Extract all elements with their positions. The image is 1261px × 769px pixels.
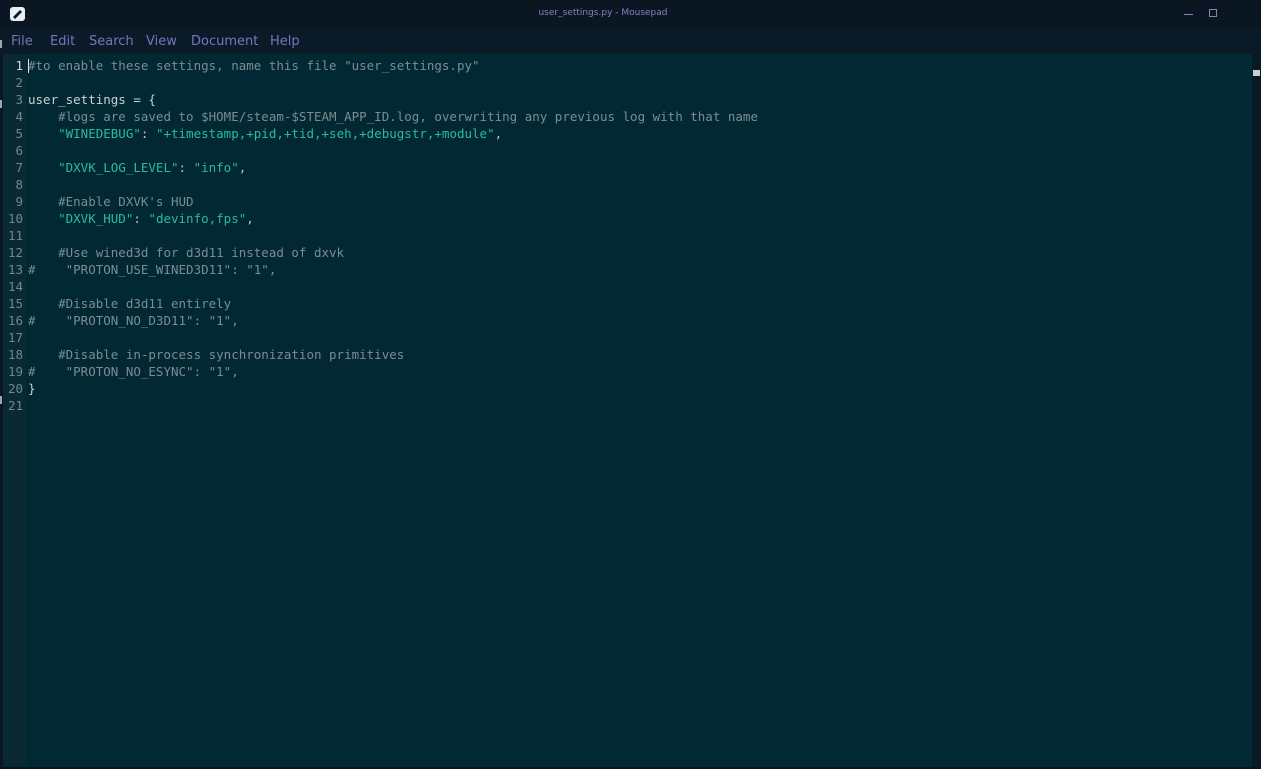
- code-token-comment: #to enable these settings, name this fil…: [28, 58, 480, 73]
- code-token-string: "info": [193, 160, 239, 175]
- line-number: 14: [7, 279, 23, 294]
- code-line[interactable]: "WINEDEBUG": "+timestamp,+pid,+tid,+seh,…: [28, 125, 502, 142]
- code-token-ident: user_settings = {: [28, 92, 156, 107]
- line-number: 20: [7, 381, 23, 396]
- code-line[interactable]: "DXVK_LOG_LEVEL": "info",: [28, 159, 246, 176]
- line-number: 16: [7, 313, 23, 328]
- line-number: 7: [15, 160, 23, 175]
- line-number: 9: [15, 194, 23, 209]
- line-number: 2: [15, 75, 23, 90]
- code-line[interactable]: # "PROTON_USE_WINED3D11": "1",: [28, 261, 276, 278]
- code-token-comment: #logs are saved to $HOME/steam-$STEAM_AP…: [28, 109, 758, 124]
- line-number: 13: [7, 262, 23, 277]
- code-line[interactable]: "DXVK_HUD": "devinfo,fps",: [28, 210, 254, 227]
- window-title: user_settings.py - Mousepad: [538, 8, 668, 18]
- code-token-comment: #Enable DXVK's HUD: [28, 194, 194, 209]
- code-token-comment: #Use wined3d for d3d11 instead of dxvk: [28, 245, 345, 260]
- line-number: 10: [7, 211, 23, 226]
- line-number: 4: [15, 109, 23, 124]
- menu-search[interactable]: Search: [89, 34, 134, 49]
- code-token-text: ,: [238, 160, 247, 175]
- code-line[interactable]: # "PROTON_NO_ESYNC": "1",: [28, 363, 239, 380]
- code-token-text: :: [178, 160, 194, 175]
- code-token-ident: }: [28, 381, 36, 396]
- mousepad-window: user_settings.py - Mousepad File Edit Se…: [0, 0, 1261, 769]
- line-number: 5: [15, 126, 23, 141]
- menu-view[interactable]: View: [146, 34, 177, 49]
- line-number: 19: [7, 364, 23, 379]
- line-number-gutter: 1 2 3 4 5 6 7 8 9 10 11 12 13 14 15 16 17 18 19 20 21: [3, 54, 26, 767]
- code-line[interactable]: #Disable d3d11 entirely: [28, 295, 231, 312]
- text-editor[interactable]: 1 2 3 4 5 6 7 8 9 10 11 12 13 14 15 16 17 18 19 20 21 #to en…: [3, 54, 1252, 767]
- code-token-string: "DXVK_LOG_LEVEL": [28, 160, 179, 175]
- menu-edit[interactable]: Edit: [50, 34, 75, 49]
- line-number: 12: [7, 245, 23, 260]
- maximize-icon[interactable]: [1206, 6, 1220, 20]
- line-number: 1: [15, 58, 23, 73]
- code-token-text: ,: [494, 126, 503, 141]
- code-token-text: :: [133, 211, 149, 226]
- code-token-comment: #Disable d3d11 entirely: [28, 296, 232, 311]
- line-number: 17: [7, 330, 23, 345]
- code-line[interactable]: #Use wined3d for d3d11 instead of dxvk: [28, 244, 344, 261]
- code-line[interactable]: }: [28, 380, 36, 397]
- code-token-comment: #Disable in-process synchronization prim…: [28, 347, 405, 362]
- title-bar[interactable]: user_settings.py - Mousepad: [0, 0, 1261, 28]
- text-cursor: [28, 59, 29, 73]
- line-number: 15: [7, 296, 23, 311]
- code-token-string: "devinfo,fps": [148, 211, 247, 226]
- code-token-string: "DXVK_HUD": [28, 211, 134, 226]
- menu-bar: File Edit Search View Document Help: [0, 28, 1261, 54]
- code-line[interactable]: # "PROTON_NO_D3D11": "1",: [28, 312, 239, 329]
- menu-file[interactable]: File: [11, 34, 33, 49]
- code-token-comment: # "PROTON_USE_WINED3D11": "1",: [28, 262, 277, 277]
- line-number: 21: [7, 398, 23, 413]
- menu-document[interactable]: Document: [191, 34, 258, 49]
- vertical-scrollbar[interactable]: [1252, 54, 1261, 769]
- code-token-text: :: [140, 126, 156, 141]
- code-line[interactable]: #logs are saved to $HOME/steam-$STEAM_AP…: [28, 108, 758, 125]
- code-token-string: "WINEDEBUG": [28, 126, 141, 141]
- code-line[interactable]: #Disable in-process synchronization prim…: [28, 346, 404, 363]
- line-number: 3: [15, 92, 23, 107]
- code-line[interactable]: #to enable these settings, name this fil…: [28, 57, 480, 74]
- minimize-icon[interactable]: [1182, 6, 1196, 20]
- menu-help[interactable]: Help: [270, 34, 300, 49]
- code-line[interactable]: user_settings = {: [28, 91, 156, 108]
- code-token-comment: # "PROTON_NO_ESYNC": "1",: [28, 364, 239, 379]
- code-token-string: "+timestamp,+pid,+tid,+seh,+debugstr,+mo…: [155, 126, 495, 141]
- scrollbar-thumb[interactable]: [1253, 70, 1260, 76]
- code-token-comment: # "PROTON_NO_D3D11": "1",: [28, 313, 239, 328]
- code-token-text: ,: [246, 211, 254, 226]
- line-number: 6: [15, 143, 23, 158]
- line-number: 18: [7, 347, 23, 362]
- line-number: 8: [15, 177, 23, 192]
- code-line[interactable]: #Enable DXVK's HUD: [28, 193, 194, 210]
- line-number: 11: [7, 228, 23, 243]
